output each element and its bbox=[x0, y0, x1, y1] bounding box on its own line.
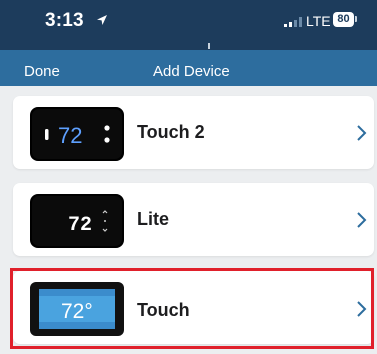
status-bar: 3:13 LTE 80 bbox=[0, 0, 377, 50]
signal-icon bbox=[284, 17, 302, 27]
carrier-label: LTE bbox=[306, 13, 331, 29]
page-title: Add Device bbox=[153, 63, 230, 80]
battery-icon: 80 bbox=[333, 12, 354, 27]
chevron-right-icon bbox=[357, 212, 367, 228]
device-item-touch-2[interactable]: 72 Touch 2 bbox=[13, 96, 374, 169]
done-button[interactable]: Done bbox=[24, 63, 60, 80]
status-time: 3:13 bbox=[45, 10, 84, 31]
battery-tip bbox=[355, 16, 357, 22]
selection-highlight bbox=[10, 268, 374, 349]
lite-thermostat-icon: 72 bbox=[30, 194, 124, 248]
device-label: Lite bbox=[137, 209, 170, 229]
drag-indicator bbox=[208, 43, 210, 49]
device-item-lite[interactable]: 72 Lite bbox=[13, 183, 374, 256]
navbar: Done Add Device bbox=[0, 50, 377, 86]
location-arrow-icon bbox=[97, 15, 107, 25]
touch-2-display-value: 72 bbox=[58, 123, 82, 148]
touch-2-thermostat-icon: 72 bbox=[30, 107, 124, 161]
lite-display-value: 72 bbox=[68, 214, 92, 237]
chevron-right-icon bbox=[357, 125, 367, 141]
device-label: Touch 2 bbox=[137, 122, 205, 142]
